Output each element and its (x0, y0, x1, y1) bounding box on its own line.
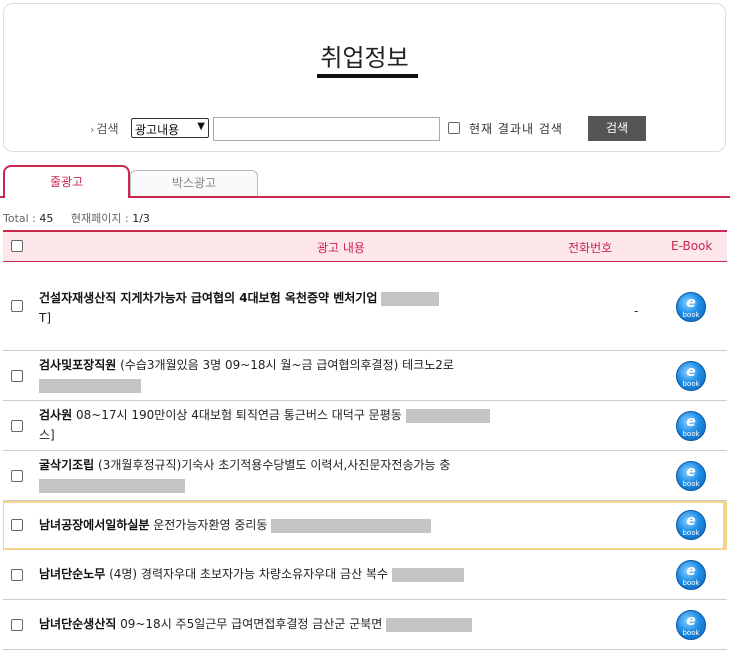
redacted-block (271, 518, 432, 533)
redacted-block (381, 291, 440, 306)
ebook-icon[interactable]: e book (676, 461, 706, 491)
ebook-icon[interactable]: e book (676, 292, 706, 322)
search-row: › 검색 광고내용 ▼ 현재 결과내 검색 검색 (4, 115, 725, 141)
page-indicator: 1/3 (132, 212, 150, 225)
search-button[interactable]: 검색 (588, 116, 646, 141)
row-checkbox[interactable] (11, 470, 23, 482)
search-within-label: 현재 결과내 검색 (469, 122, 563, 136)
row-content[interactable]: 건설자재생산직 지게차가능자 급여협의 4대보험 옥천증약 벤처기업 T] (39, 288, 535, 328)
table-header: 광고 내용 전화번호 E-Book (3, 230, 727, 262)
table-row[interactable]: 건설자재생산직 지게차가능자 급여협의 4대보험 옥천증약 벤처기업 T] - … (3, 262, 727, 351)
table-row[interactable]: 남녀단순생산직 09~18시 주5일근무 급여면접후결정 금산군 군북면 e bo… (3, 600, 727, 650)
row-content[interactable]: 남녀공장에서일하실분 운전가능자환영 중리동 (39, 515, 535, 535)
search-label: › 검색 (90, 120, 119, 137)
row-checkbox[interactable] (11, 420, 23, 432)
tab-bar: 줄광고 박스광고 (0, 165, 730, 198)
search-category-select[interactable]: 광고내용 ▼ (131, 118, 209, 138)
redacted-block (391, 567, 464, 582)
search-panel: 취업정보 › 검색 광고내용 ▼ 현재 결과내 검색 검색 (3, 3, 726, 152)
row-checkbox[interactable] (11, 619, 23, 631)
chevron-down-icon: ▼ (197, 121, 205, 132)
search-within-checkbox[interactable] (448, 122, 460, 134)
column-header-phone: 전화번호 (568, 241, 613, 255)
search-input[interactable] (213, 117, 440, 141)
row-content[interactable]: 남녀단순생산직 09~18시 주5일근무 급여면접후결정 금산군 군북면 (39, 614, 535, 634)
table-row-highlighted[interactable]: 남녀공장에서일하실분 운전가능자환영 중리동 e book (3, 501, 727, 550)
row-checkbox[interactable] (11, 300, 23, 312)
row-phone: - (634, 304, 639, 318)
redacted-block (405, 408, 490, 423)
row-content[interactable]: 남녀단순노무 (4명) 경력자우대 초보자가능 차량소유자우대 금산 복수 (39, 564, 535, 584)
total-count: 45 (39, 212, 54, 225)
ebook-icon[interactable]: e book (676, 510, 706, 540)
search-category-value: 광고내용 (135, 123, 180, 137)
table-row[interactable]: 남녀단순노무 (4명) 경력자우대 초보자가능 차량소유자우대 금산 복수 eb… (3, 550, 727, 600)
search-label-text: 검색 (96, 122, 119, 136)
result-summary: Total : 45 현재페이지 : 1/3 (3, 212, 150, 225)
ebook-icon[interactable]: e book (676, 560, 706, 590)
chevron-right-icon: › (90, 123, 95, 136)
redacted-block (39, 378, 141, 393)
row-content[interactable]: 굴삭기조립 (3개월후정규직)기숙사 초기적용수당별도 이력서,사진문자전송가능… (39, 455, 535, 495)
ebook-icon[interactable]: e book (676, 610, 706, 640)
table-row[interactable]: 검사및포장직원 (수습3개월있음 3명 09~18시 월~금 급여협의후결정) … (3, 351, 727, 401)
table-row[interactable]: 굴삭기조립 (3개월후정규직)기숙사 초기적용수당별도 이력서,사진문자전송가능… (3, 451, 727, 501)
select-all-checkbox[interactable] (11, 240, 23, 252)
redacted-block (386, 617, 473, 632)
column-header-ebook: E-Book (671, 239, 713, 253)
row-content[interactable]: 검사원 08~17시 190만이상 4대보험 퇴직연금 통근버스 대덕구 문평동… (39, 405, 535, 445)
column-header-content: 광고 내용 (317, 241, 365, 255)
title-underline (317, 74, 418, 78)
row-checkbox[interactable] (11, 519, 23, 531)
row-checkbox[interactable] (11, 370, 23, 382)
tab-box-ads[interactable]: 박스광고 (130, 170, 258, 197)
page-title: 취업정보 (320, 44, 409, 72)
ebook-icon[interactable]: e book (676, 361, 706, 391)
row-content[interactable]: 검사및포장직원 (수습3개월있음 3명 09~18시 월~금 급여협의후결정) … (39, 355, 535, 395)
table-row[interactable]: 검사원 08~17시 190만이상 4대보험 퇴직연금 통근버스 대덕구 문평동… (3, 401, 727, 451)
redacted-block (39, 478, 185, 493)
row-checkbox[interactable] (11, 569, 23, 581)
tab-line-ads[interactable]: 줄광고 (3, 165, 130, 198)
ebook-icon[interactable]: e book (676, 411, 706, 441)
